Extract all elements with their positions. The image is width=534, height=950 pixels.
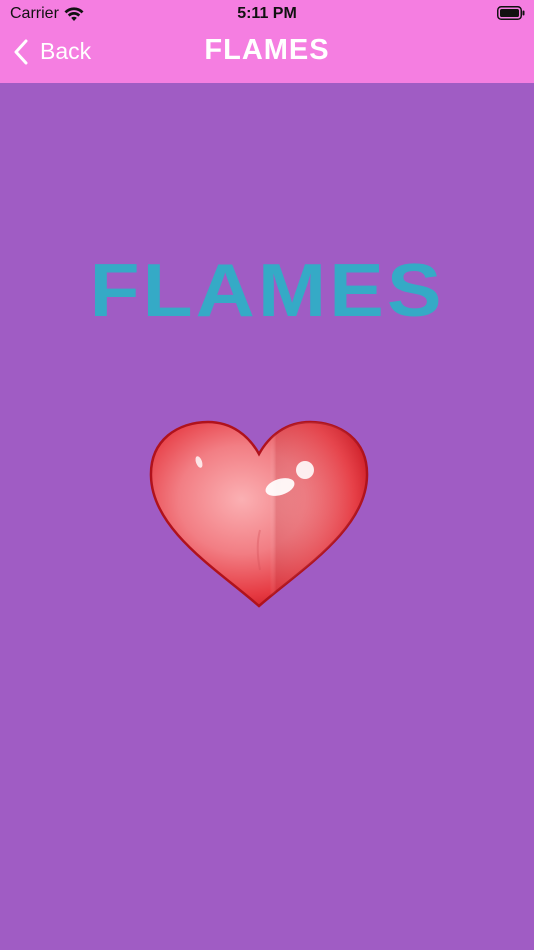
top-bar: Carrier 5:11 PM Back FLAMES [0, 0, 534, 83]
navigation-bar: Back FLAMES [0, 28, 534, 83]
clock: 5:11 PM [237, 5, 297, 22]
heart-image [148, 420, 370, 608]
status-bar: Carrier 5:11 PM [0, 0, 534, 28]
battery-icon [497, 6, 525, 20]
page-heading: FLAMES [89, 248, 445, 333]
app-screen: Carrier 5:11 PM Back FLAMES FLAMES [0, 0, 534, 950]
nav-title: FLAMES [204, 34, 330, 66]
